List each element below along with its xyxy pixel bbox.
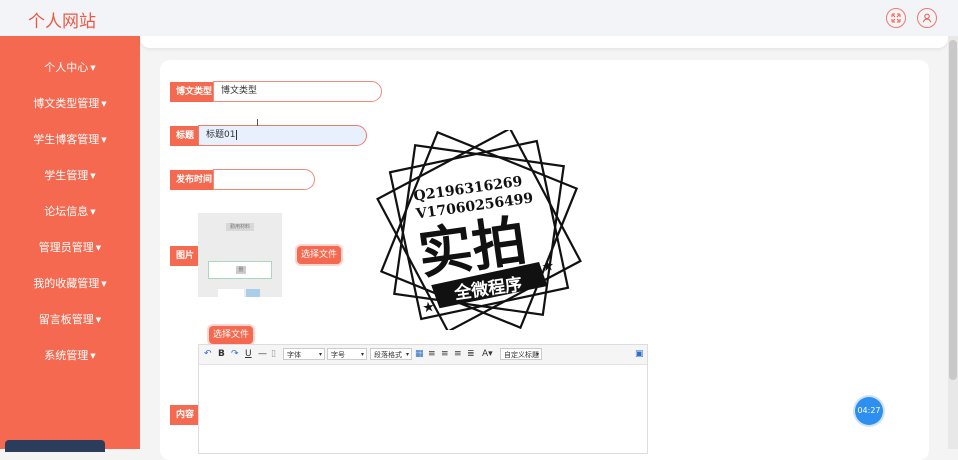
clear-format-icon[interactable]: ▯	[271, 349, 276, 359]
align-left-icon[interactable]: ≡	[428, 349, 436, 359]
align-right-icon[interactable]: ≡	[454, 349, 462, 359]
dropdown-icon: ▾	[318, 351, 322, 358]
sidebar-item-students[interactable]: 学生管理 ▼	[0, 167, 140, 183]
sidebar-item-forum[interactable]: 论坛信息 ▼	[0, 203, 140, 219]
caret-down-icon: ▼	[101, 280, 107, 288]
redo-icon[interactable]: ↷	[231, 349, 239, 359]
horizontal-rule-icon[interactable]: —	[258, 349, 267, 359]
font-size-select[interactable]: 字号 ▾	[327, 348, 367, 360]
caret-down-icon: ▼	[90, 208, 96, 216]
top-header: 个人网站	[0, 0, 958, 37]
caret-down-icon: ▼	[90, 172, 96, 180]
align-justify-icon[interactable]: ≣	[467, 349, 475, 359]
blog-type-label: 博文类型	[170, 82, 219, 102]
publish-time-label: 发布时间	[170, 170, 219, 190]
caret-down-icon: ▼	[95, 316, 102, 324]
fullscreen-editor-icon[interactable]: ▣	[635, 349, 644, 359]
paragraph-format-select[interactable]: 段落格式 ▾	[370, 348, 412, 360]
title-label: 标题	[170, 126, 201, 146]
image-choose-file-button[interactable]: 选择文件	[297, 246, 341, 264]
timer-badge[interactable]: 04:27	[855, 397, 883, 425]
blog-type-field[interactable]: 博文类型	[213, 81, 382, 102]
dropdown-icon: ▾	[360, 351, 364, 358]
sidebar-bottom-tab[interactable]	[5, 440, 105, 452]
text-cursor-icon: I	[256, 118, 259, 129]
title-field[interactable]: 标题01	[198, 125, 367, 146]
sidebar-item-admins[interactable]: 管理员管理 ▼	[0, 239, 140, 255]
caret-down-icon: ▼	[95, 244, 102, 252]
sidebar-item-favorites[interactable]: 我的收藏管理 ▼	[0, 275, 140, 291]
align-center-icon[interactable]: ≡	[441, 349, 449, 359]
table-icon[interactable]: ▦	[415, 349, 424, 359]
preview-block	[246, 289, 260, 297]
site-title: 个人网站	[28, 12, 96, 32]
star-icon: ★	[541, 258, 556, 276]
preview-block	[218, 289, 244, 297]
bold-icon[interactable]: B	[218, 349, 225, 359]
sidebar-item-blog-type[interactable]: 博文类型管理 ▼	[0, 95, 140, 111]
content-label: 内容	[170, 405, 201, 425]
undo-icon[interactable]: ↶	[204, 349, 212, 359]
image-preview: 勤用材料 删	[198, 213, 282, 297]
caret-down-icon: ▼	[90, 352, 96, 360]
rich-text-editor[interactable]: ↶ B ↷ U — ▯ 字体 ▾ 字号 ▾ 段落格式 ▾ ▦ ≡ ≡ ≡ ≣ A▾ 自…	[198, 344, 648, 454]
image-label: 图片	[170, 246, 201, 266]
scrollbar-thumb[interactable]	[949, 40, 957, 380]
caret-down-icon: ▼	[101, 136, 107, 144]
sidebar-item-system[interactable]: 系统管理 ▼	[0, 347, 140, 363]
preview-title: 勤用材料	[226, 223, 254, 231]
breadcrumb-bar	[140, 36, 948, 48]
dropdown-icon: ▾	[405, 351, 409, 358]
content-choose-file-button[interactable]: 选择文件	[209, 326, 253, 344]
sidebar-item-personal-center[interactable]: 个人中心 ▼	[0, 59, 140, 75]
preview-bar: 删	[208, 261, 272, 279]
caret-down-icon: ▼	[101, 100, 107, 108]
user-icon[interactable]	[917, 8, 937, 28]
publish-time-field[interactable]	[213, 169, 315, 190]
underline-icon[interactable]: U	[245, 349, 252, 359]
caret-down-icon: ▼	[90, 64, 96, 72]
star-icon: ★	[421, 299, 436, 317]
font-color-icon[interactable]: A▾	[482, 349, 493, 359]
editor-toolbar: ↶ B ↷ U — ▯ 字体 ▾ 字号 ▾ 段落格式 ▾ ▦ ≡ ≡ ≡ ≣ A▾ 自…	[199, 345, 647, 365]
font-family-select[interactable]: 字体 ▾	[283, 348, 325, 360]
watermark-stamp: Q2196316269 V17060256499 实拍 全微程序 ★ ★	[376, 130, 582, 330]
custom-title-select[interactable]: 自定义标题 ▾	[500, 348, 542, 360]
sidebar-item-student-blog[interactable]: 学生博客管理 ▼	[0, 131, 140, 147]
fullscreen-icon[interactable]	[886, 8, 906, 28]
sidebar-item-messages[interactable]: 留言板管理 ▼	[0, 311, 140, 327]
preview-text: 删	[236, 266, 246, 274]
dropdown-icon: ▾	[535, 351, 539, 358]
